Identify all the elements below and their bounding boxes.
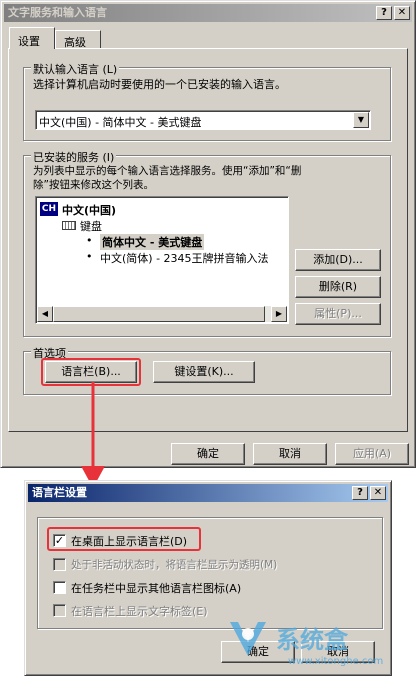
watermark-url: www.xitonghe.com [288,656,384,667]
watermark: 系统盒 www.xitonghe.com [226,616,412,672]
watermark-logo-icon [230,622,266,656]
help-button[interactable]: ? [352,486,368,500]
scroll-right-icon[interactable]: ▶ [271,306,287,322]
apply-button[interactable]: 应用(A) [335,443,409,465]
help-button[interactable]: ? [376,6,392,20]
properties-button[interactable]: 属性(P)... [295,303,381,325]
installed-desc-2: 除”按钮来修改这个列表。 [33,179,154,191]
remove-button[interactable]: 删除(R) [295,276,381,298]
close-button[interactable]: ✕ [394,6,410,20]
tab-settings-label: 设置 [18,35,40,48]
transparent-label[interactable]: 处于非活动状态时，将语言栏显示为透明(M) [71,557,277,572]
cancel-button[interactable]: 取消 [253,443,327,465]
lang-code-badge: CH [40,202,58,216]
taskbar-icons-label[interactable]: 在任务栏中显示其他语言栏图标(A) [71,580,241,596]
arrow-icon [81,382,105,488]
langbar-title: 语言栏设置 [32,486,87,499]
main-title: 文字服务和输入语言 [8,6,107,19]
ok-button[interactable]: 确定 [171,443,245,465]
tree-keyboard[interactable]: 键盘 [80,218,102,234]
lang-code: CH [41,204,57,214]
ok-button-label: 确定 [197,447,219,460]
bullet-icon: • [86,250,93,263]
tab-settings[interactable]: 设置 [9,27,55,49]
close-button[interactable]: ✕ [370,486,386,500]
bullet-icon: • [86,234,93,247]
properties-button-label: 属性(P)... [314,307,362,320]
tree-service-2[interactable]: 中文(简体) - 2345王牌拼音输入法 [100,250,269,266]
installed-desc-1: 为列表中显示的每个输入语言选择服务。使用“添加”和“删 [33,165,302,177]
scroll-left-icon[interactable]: ◀ [37,306,53,322]
default-lang-select[interactable]: 中文(中国) - 简体中文 - 美式键盘 ▼ [35,110,371,130]
cancel-button-label: 取消 [279,447,301,460]
dropdown-arrow-icon[interactable]: ▼ [353,112,369,128]
tree-service-1[interactable]: 简体中文 - 美式键盘 [100,234,205,250]
text-labels-checkbox[interactable] [53,604,66,617]
scroll-thumb[interactable] [53,306,265,322]
remove-button-label: 删除(R) [318,280,358,293]
add-button[interactable]: 添加(D)... [295,249,381,271]
add-button-label: 添加(D)... [313,253,363,266]
installed-tree[interactable]: CH 中文(中国) 键盘 • 简体中文 - 美式键盘 • 中文(简体) - 23… [35,196,289,324]
keyboard-icon [62,221,76,230]
apply-button-label: 应用(A) [352,447,392,460]
horizontal-scrollbar[interactable]: ◀ ▶ [37,306,287,322]
langbar-titlebar: 语言栏设置 ? ✕ [28,484,388,502]
watermark-text: 系统盒 [276,626,348,654]
tab-advanced[interactable]: 高级 [55,30,101,49]
option-highlight [47,527,201,551]
main-titlebar: 文字服务和输入语言 ? ✕ [4,4,412,22]
keyset-button-label: 键设置(K)... [174,365,234,378]
transparent-checkbox[interactable] [53,558,66,571]
text-labels-label[interactable]: 在语言栏上显示文字标签(E) [71,603,208,619]
default-lang-label: 默认输入语言 (L) [31,61,120,77]
default-lang-desc: 选择计算机启动时要使用的一个已安装的输入语言。 [33,78,286,91]
keyset-button[interactable]: 键设置(K)... [153,361,255,383]
taskbar-icons-checkbox[interactable] [53,581,66,594]
default-lang-value: 中文(中国) - 简体中文 - 美式键盘 [39,116,202,129]
main-dialog: 文字服务和输入语言 ? ✕ 设置 高级 默认输入语言 (L) 选择计算机启动时要… [0,0,416,468]
tree-lang-name[interactable]: 中文(中国) [62,202,116,218]
